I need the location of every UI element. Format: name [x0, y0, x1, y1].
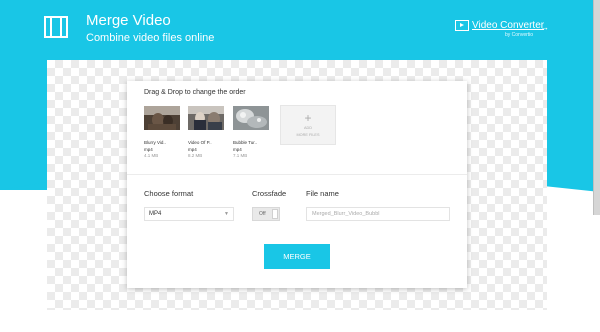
file-ext: mp4 [188, 147, 197, 152]
file-ext: mp4 [144, 147, 153, 152]
toggle-knob [272, 209, 278, 219]
page-subtitle: Combine video files online [86, 32, 215, 44]
file-size: 8.2 MB [188, 153, 203, 158]
file-name: Bubble Tur.. [233, 140, 258, 145]
crossfade-toggle[interactable]: Off [252, 207, 280, 221]
brand-by-label: by Convertio [505, 32, 534, 38]
arrow-right-icon[interactable]: → [540, 22, 549, 32]
video-thumbnail[interactable] [188, 106, 224, 130]
add-more-files-button[interactable]: + ADD MORE FILES [280, 105, 336, 145]
crossfade-toggle-state: Off [259, 211, 266, 217]
file-name: Video Of P.. [188, 140, 212, 145]
file-item[interactable]: Bubble Tur.. mp4 7.1 MB [233, 106, 269, 158]
file-ext: mp4 [233, 147, 242, 152]
chevron-down-icon: ▼ [224, 211, 229, 217]
video-thumbnail[interactable] [233, 106, 269, 130]
plus-icon: + [304, 111, 312, 125]
merge-card: Drag & Drop to change the order Blurry V… [127, 81, 467, 288]
filename-input[interactable]: Merged_Blurr_Video_Bubbl [306, 207, 450, 221]
section-divider [127, 174, 467, 175]
crossfade-label: Crossfade [252, 189, 287, 198]
file-name: Blurry Vid.. [144, 140, 166, 145]
merge-button[interactable]: MERGE [264, 244, 330, 269]
page-title: Merge Video [86, 12, 171, 29]
film-logo-icon [44, 16, 68, 38]
format-label: Choose format [144, 189, 194, 198]
file-size: 7.1 MB [233, 153, 248, 158]
more-files-label: MORE FILES [296, 133, 320, 137]
video-converter-link[interactable]: Video Converter [472, 20, 544, 31]
video-player-icon[interactable] [455, 20, 469, 31]
file-item[interactable]: Video Of P.. mp4 8.2 MB [188, 106, 224, 158]
drag-drop-label: Drag & Drop to change the order [144, 89, 246, 96]
file-item[interactable]: Blurry Vid.. mp4 4.1 MB [144, 106, 180, 158]
add-label: ADD [303, 126, 313, 130]
format-select-value: MP4 [149, 211, 162, 217]
video-thumbnail[interactable] [144, 106, 180, 130]
format-select[interactable]: MP4 ▼ [144, 207, 234, 221]
filename-label: File name [306, 189, 339, 198]
page-scrollbar[interactable] [593, 0, 600, 215]
file-size: 4.1 MB [144, 153, 159, 158]
